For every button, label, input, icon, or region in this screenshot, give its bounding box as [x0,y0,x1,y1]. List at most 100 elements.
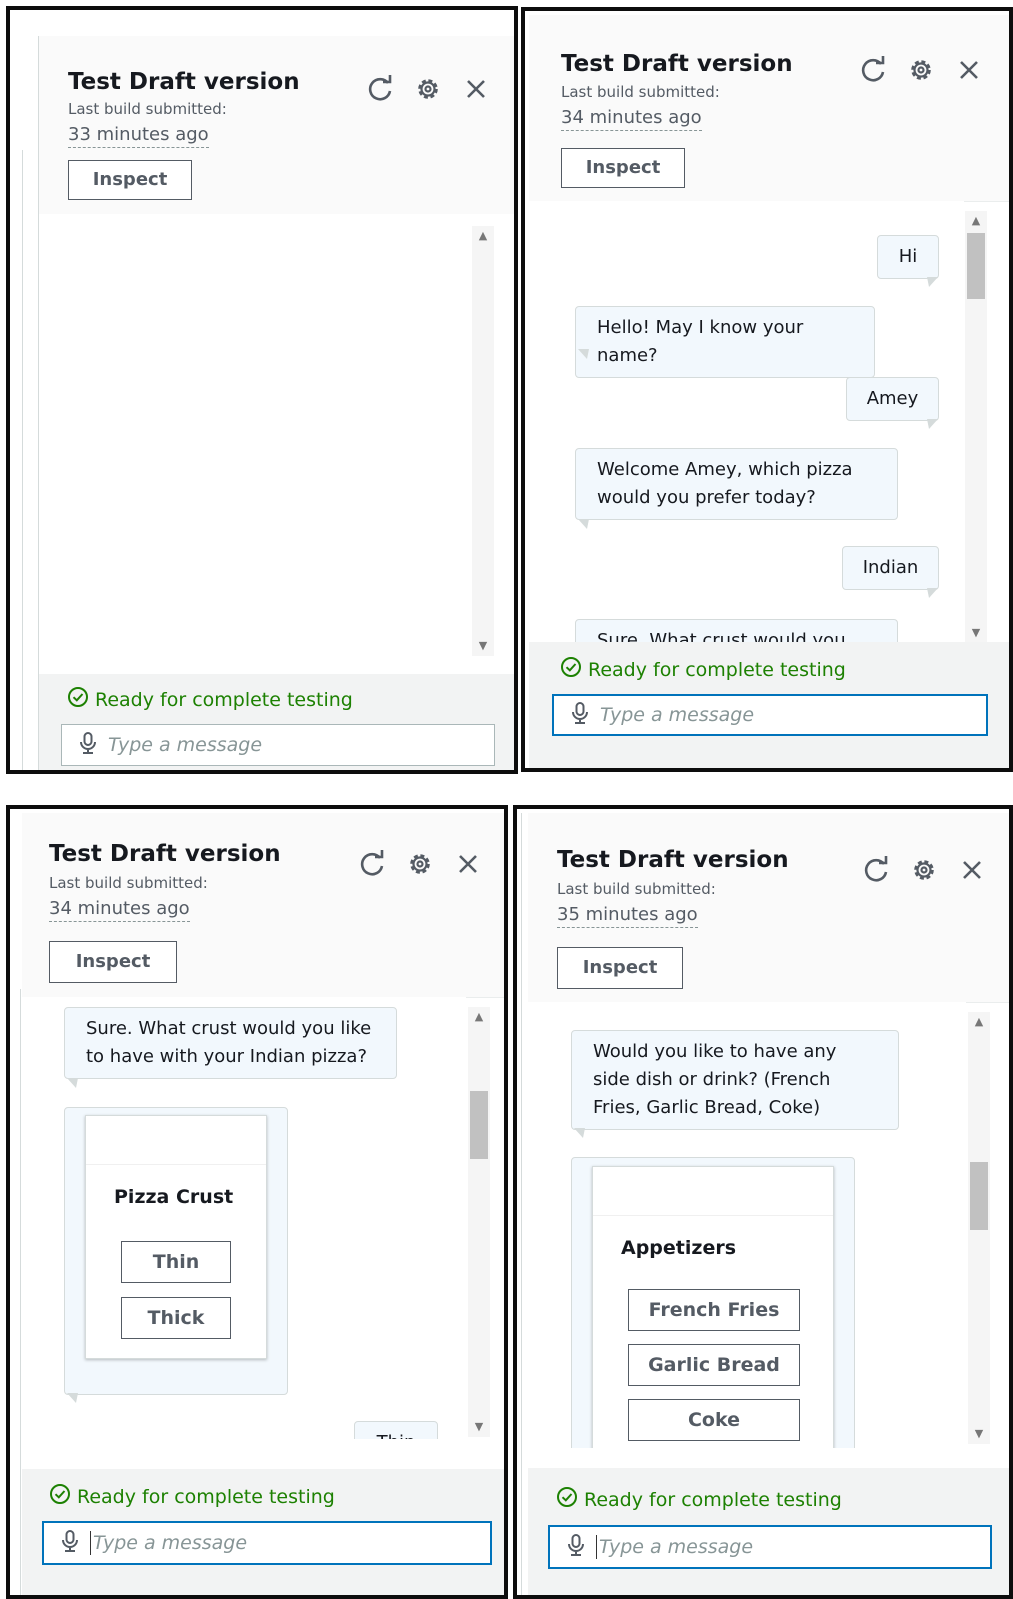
bubble-tail [927,419,938,429]
user-message-bubble: Amey [846,377,939,421]
message-input-box[interactable] [61,724,495,766]
card-title: Pizza Crust [114,1186,234,1208]
inspect-button[interactable]: Inspect [557,947,683,989]
status-text: Ready for complete testing [77,1485,335,1508]
microphone-icon[interactable] [554,701,600,729]
chat-scrollbar[interactable]: ▲ ▼ [965,211,987,643]
scroll-down-arrow-icon[interactable]: ▼ [468,1419,490,1435]
panel-title: Test Draft version [68,69,300,95]
message-input[interactable] [600,704,920,726]
close-icon[interactable] [954,55,984,85]
scroll-up-arrow-icon[interactable]: ▲ [965,213,987,229]
chat-scrollbar[interactable]: ▲ ▼ [968,1012,990,1444]
page-edge-line [521,813,522,1595]
bot-message-bubble: Would you like to have any side dish or … [571,1030,899,1130]
test-chat-panel: Test Draft version Last build submitted:… [22,813,504,1595]
scroll-up-arrow-icon[interactable]: ▲ [468,1009,490,1025]
message-input[interactable] [599,1536,919,1558]
settings-gear-icon[interactable] [906,55,936,85]
close-icon[interactable] [461,74,491,104]
check-circle-icon [49,1483,71,1510]
scrollbar-thumb[interactable] [970,1162,988,1230]
message-input-box[interactable] [548,1525,992,1569]
card-image-area [593,1167,833,1216]
card-option-button[interactable]: Garlic Bread [628,1344,800,1386]
text-cursor [596,1535,597,1559]
status-message: Ready for complete testing [67,686,353,713]
user-message-bubble: Hi [877,235,939,279]
screenshot-frame-2: Test Draft version Last build submitted:… [521,7,1013,772]
close-icon[interactable] [453,849,483,879]
panel-actions [858,55,984,85]
chat-area[interactable]: Sure. What crust would you like to have … [22,997,466,1439]
inspect-button[interactable]: Inspect [68,160,192,200]
status-message: Ready for complete testing [560,656,846,683]
card-option-button[interactable]: Coke [628,1399,800,1441]
build-time-ago[interactable]: 35 minutes ago [557,904,698,928]
user-message-bubble: Thin [354,1421,438,1439]
refresh-icon[interactable] [858,55,888,85]
message-input-box[interactable] [552,694,988,736]
bubble-tail [927,277,938,287]
card-option-button[interactable]: Thick [121,1297,231,1339]
refresh-icon[interactable] [861,855,891,885]
message-input-box[interactable] [42,1521,492,1565]
bot-message-bubble: Sure. What crust would you like [575,619,898,642]
build-time-ago[interactable]: 33 minutes ago [68,124,209,148]
bubble-tail [67,1393,78,1403]
build-time-ago[interactable]: 34 minutes ago [561,107,702,131]
bubble-tail [67,1078,78,1088]
chat-scrollbar[interactable]: ▲ ▼ [468,1007,490,1437]
scrollbar-thumb[interactable] [967,233,985,299]
panel-title: Test Draft version [557,847,789,873]
chat-area[interactable]: Would you like to have any side dish or … [528,1002,966,1448]
response-card: Pizza Crust Thin Thick [85,1115,267,1359]
screenshot-frame-3: Test Draft version Last build submitted:… [6,805,508,1599]
inspect-button[interactable]: Inspect [561,148,685,188]
panel-actions [365,74,491,104]
bot-message-bubble: Hello! May I know your name? [575,306,875,378]
panel-title: Test Draft version [561,51,793,77]
build-submitted-label: Last build submitted: [49,874,208,892]
panel-header: Test Draft version Last build submitted:… [22,813,504,998]
status-message: Ready for complete testing [556,1486,842,1513]
card-option-button[interactable]: Thin [121,1241,231,1283]
inspect-button[interactable]: Inspect [49,941,177,983]
settings-gear-icon[interactable] [909,855,939,885]
screenshot-frame-4: Test Draft version Last build submitted:… [513,805,1013,1599]
message-input[interactable] [108,734,428,756]
message-input[interactable] [93,1532,413,1554]
build-time-ago[interactable]: 34 minutes ago [49,898,190,922]
refresh-icon[interactable] [365,74,395,104]
settings-gear-icon[interactable] [413,74,443,104]
card-option-button[interactable]: French Fries [628,1289,800,1331]
scroll-down-arrow-icon[interactable]: ▼ [968,1426,990,1442]
card-title: Appetizers [621,1237,737,1259]
check-circle-icon [67,686,89,713]
scroll-up-arrow-icon[interactable]: ▲ [968,1014,990,1030]
response-card: Appetizers French Fries Garlic Bread Cok… [592,1166,834,1448]
close-icon[interactable] [957,855,987,885]
build-submitted-label: Last build submitted: [561,83,720,101]
scroll-down-arrow-icon[interactable]: ▼ [472,638,494,654]
status-bar: Ready for complete testing [22,1469,504,1595]
refresh-icon[interactable] [357,849,387,879]
scrollbar-thumb[interactable] [470,1091,488,1159]
status-message: Ready for complete testing [49,1483,335,1510]
check-circle-icon [560,656,582,683]
response-card-container: Appetizers French Fries Garlic Bread Cok… [571,1157,855,1448]
microphone-icon[interactable] [62,731,108,759]
scroll-up-arrow-icon[interactable]: ▲ [472,228,494,244]
chat-area[interactable]: Hi Hello! May I know your name? Amey Wel… [529,201,964,642]
chat-area[interactable] [39,214,514,674]
settings-gear-icon[interactable] [405,849,435,879]
status-text: Ready for complete testing [588,658,846,681]
card-image-area [86,1116,266,1165]
test-chat-panel: Test Draft version Last build submitted:… [529,15,1009,768]
status-text: Ready for complete testing [95,688,353,711]
screenshot-frame-1: Test Draft version Last build submitted:… [6,6,518,774]
chat-scrollbar[interactable]: ▲ ▼ [472,226,494,656]
scroll-down-arrow-icon[interactable]: ▼ [965,625,987,641]
microphone-icon[interactable] [550,1533,596,1561]
microphone-icon[interactable] [44,1529,90,1557]
